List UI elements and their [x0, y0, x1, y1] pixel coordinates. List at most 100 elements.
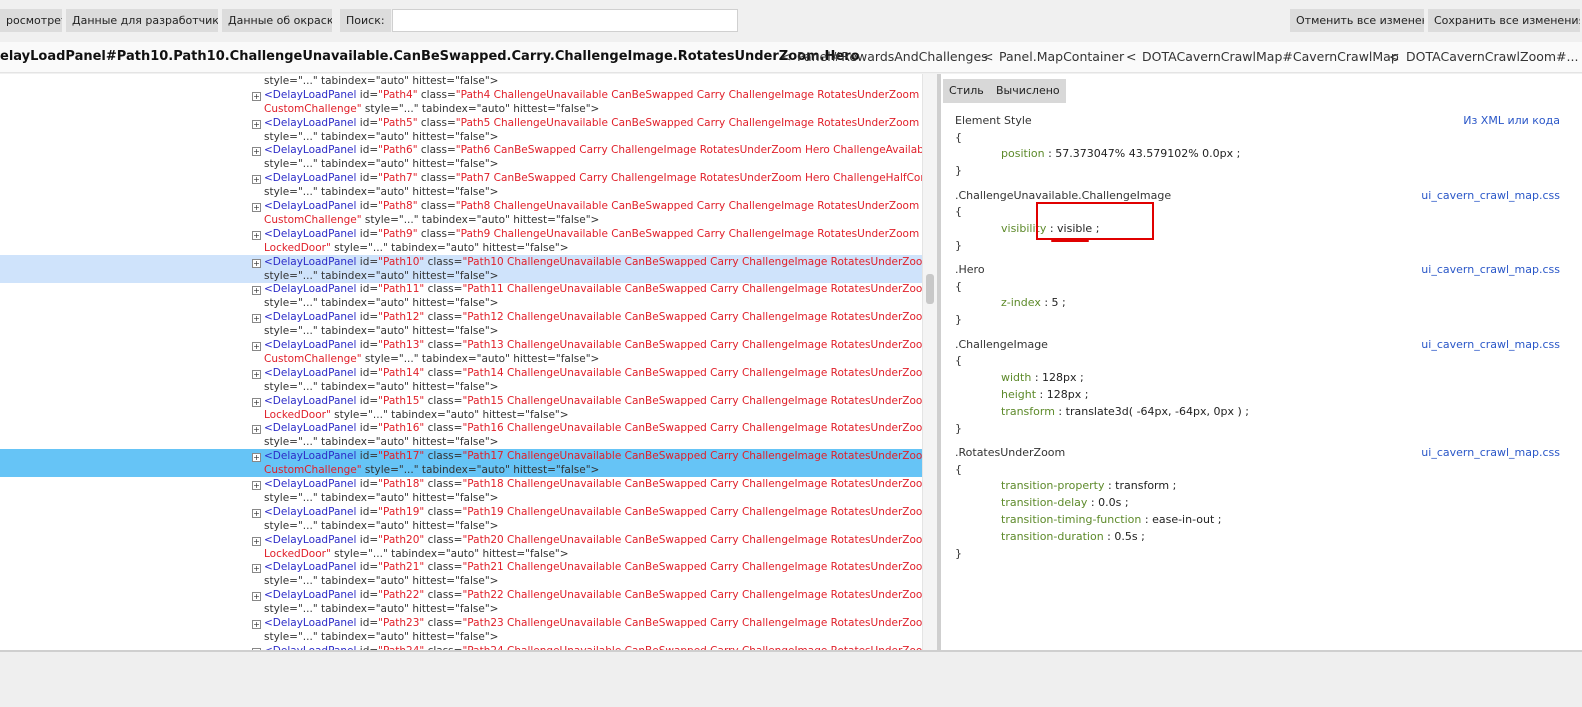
tree-row[interactable]: + <DelayLoadPanel id="Path21" class="Path…	[0, 560, 922, 588]
element-tree: style="..." tabindex="auto" hittest="fal…	[0, 74, 922, 650]
css-property-value[interactable]: 128px	[1042, 371, 1077, 384]
tree-row[interactable]: + <DelayLoadPanel id="Path22" class="Path…	[0, 588, 922, 616]
tree-row[interactable]: + <DelayLoadPanel id="Path13" class="Path…	[0, 338, 922, 366]
expand-icon[interactable]: +	[252, 230, 261, 240]
tree-row[interactable]: + <DelayLoadPanel id="Path5" class="Path5…	[0, 116, 922, 144]
expand-icon[interactable]: +	[252, 564, 261, 574]
revert-all-button[interactable]: Отменить все изменения	[1290, 9, 1424, 32]
attr-class-label: class=	[424, 394, 463, 407]
expand-icon[interactable]: +	[252, 425, 261, 435]
tree-row[interactable]: + <DelayLoadPanel id="Path14" class="Path…	[0, 366, 922, 394]
paint-data-button[interactable]: Данные об окраске	[222, 9, 332, 32]
tab-computed[interactable]: Вычислено	[990, 79, 1066, 103]
attr-id-label: id=	[356, 478, 379, 490]
css-property[interactable]: position : 57.373047% 43.579102% 0.0px ;	[1001, 147, 1240, 160]
breadcrumb-item-cavern-zoom[interactable]: DOTACavernCrawlZoom#...	[1406, 49, 1578, 64]
tree-row[interactable]: + <DelayLoadPanel id="Path19" class="Path…	[0, 505, 922, 533]
expand-icon[interactable]: +	[252, 508, 261, 518]
expand-icon[interactable]: +	[252, 91, 261, 101]
expand-icon[interactable]: +	[252, 620, 261, 629]
tab-style[interactable]: Стиль	[943, 79, 990, 103]
rule-source-link[interactable]: ui_cavern_crawl_map.css	[1421, 446, 1560, 459]
expand-icon[interactable]: +	[252, 258, 261, 268]
expand-icon[interactable]: +	[252, 453, 261, 463]
expand-icon[interactable]: +	[252, 369, 261, 379]
open-brace: {	[955, 205, 962, 218]
attr-class-value: "Path7 CanBeSwapped Carry ChallengeImage…	[455, 172, 922, 185]
search-input[interactable]	[392, 9, 738, 32]
css-property[interactable]: transition-timing-function : ease-in-out…	[1001, 513, 1221, 526]
tree-scrollbar[interactable]	[922, 74, 937, 650]
css-property-value[interactable]: transform	[1115, 479, 1169, 492]
css-property-value[interactable]: 5	[1052, 296, 1059, 309]
expand-icon[interactable]: +	[252, 481, 261, 490]
css-property-value[interactable]: 0.5s	[1114, 530, 1137, 543]
css-property-value[interactable]: 57.373047% 43.579102% 0.0px	[1055, 147, 1233, 160]
breadcrumb-item-map-container[interactable]: Panel.MapContainer	[999, 49, 1124, 64]
attr-rest: style="..." tabindex="auto" hittest="fal…	[361, 214, 600, 226]
tag-name: <DelayLoadPanel	[264, 617, 357, 629]
tree-row[interactable]: + <DelayLoadPanel id="Path9" class="Path9…	[0, 227, 922, 255]
css-property-value[interactable]: translate3d( -64px, -64px, 0px )	[1066, 405, 1242, 418]
tree-row[interactable]: + <DelayLoadPanel id="Path17" class="Path…	[0, 449, 922, 478]
expand-icon[interactable]: +	[252, 175, 261, 185]
rule-source-link[interactable]: Из XML или кода	[1463, 114, 1560, 127]
tree-row[interactable]: + <DelayLoadPanel id="Path18" class="Path…	[0, 477, 922, 505]
rule-source-link[interactable]: ui_cavern_crawl_map.css	[1421, 189, 1560, 202]
expand-icon[interactable]: +	[252, 119, 261, 129]
css-property[interactable]: transition-property : transform ;	[1001, 479, 1176, 492]
tree-row[interactable]: + <DelayLoadPanel id="Path15" class="Path…	[0, 394, 922, 422]
dev-data-button[interactable]: Данные для разработчиков	[66, 9, 218, 32]
rule-source-link[interactable]: ui_cavern_crawl_map.css	[1421, 263, 1560, 276]
tree-row[interactable]: + <DelayLoadPanel id="Path8" class="Path8…	[0, 199, 922, 227]
css-property[interactable]: height : 128px ;	[1001, 388, 1088, 401]
tree-row[interactable]: + <DelayLoadPanel id="Path10" class="Path…	[0, 254, 922, 283]
expand-icon[interactable]: +	[252, 147, 261, 157]
tree-row[interactable]: style="..." tabindex="auto" hittest="fal…	[0, 74, 922, 88]
breadcrumb-separator: <	[1389, 49, 1400, 64]
css-property-value[interactable]: 128px	[1047, 388, 1082, 401]
expand-icon[interactable]: +	[252, 592, 261, 602]
expand-icon[interactable]: +	[252, 536, 261, 546]
tree-row[interactable]: + <DelayLoadPanel id="Path11" class="Path…	[0, 282, 922, 310]
css-property-name: transition-property	[1001, 479, 1105, 492]
css-property[interactable]: transition-duration : 0.5s ;	[1001, 530, 1145, 543]
tree-row[interactable]: + <DelayLoadPanel id="Path12" class="Path…	[0, 310, 922, 338]
tree-row[interactable]: + <DelayLoadPanel id="Path6" class="Path6…	[0, 143, 922, 171]
attr-id-value: "Path18"	[378, 478, 425, 490]
attr-class-label: class=	[424, 283, 463, 296]
expand-icon[interactable]: +	[252, 314, 261, 324]
css-property[interactable]: transition-delay : 0.0s ;	[1001, 496, 1129, 509]
view-button[interactable]: росмотреть	[0, 9, 62, 32]
expand-icon[interactable]: +	[252, 286, 261, 296]
tag-name: <DelayLoadPanel	[264, 88, 357, 101]
breadcrumb-item-rewards[interactable]: Panel#RewardsAndChallenges	[797, 49, 988, 64]
attr-rest: style="..." tabindex="auto" hittest="fal…	[264, 575, 499, 588]
attr-rest: style="..." tabindex="auto" hittest="fal…	[264, 436, 499, 449]
breadcrumb-item-cavern-map[interactable]: DOTACavernCrawlMap#CavernCrawlMap	[1142, 49, 1399, 64]
tree-row[interactable]: + <DelayLoadPanel id="Path16" class="Path…	[0, 421, 922, 449]
tree-row-line: <DelayLoadPanel id="Path21" class="Path2…	[264, 560, 922, 574]
scroll-thumb[interactable]	[926, 274, 934, 304]
expand-icon[interactable]: +	[252, 203, 261, 212]
tree-row[interactable]: + <DelayLoadPanel id="Path4" class="Path4…	[0, 88, 922, 116]
search-label: Поиск:	[340, 9, 391, 32]
rule-source-link[interactable]: ui_cavern_crawl_map.css	[1421, 338, 1560, 351]
tag-name: <DelayLoadPanel	[264, 366, 357, 379]
tree-row-line: <DelayLoadPanel id="Path22" class="Path2…	[264, 588, 922, 602]
attr-rest: style="..." tabindex="auto" hittest="fal…	[264, 519, 499, 532]
css-property[interactable]: transform : translate3d( -64px, -64px, 0…	[1001, 405, 1249, 418]
tree-row[interactable]: + <DelayLoadPanel id="Path20" class="Path…	[0, 533, 922, 561]
expand-icon[interactable]: +	[252, 342, 261, 351]
css-property[interactable]: width : 128px ;	[1001, 371, 1084, 384]
tree-row[interactable]: + <DelayLoadPanel id="Path7" class="Path7…	[0, 171, 922, 199]
tree-row[interactable]: + <DelayLoadPanel id="Path23" class="Path…	[0, 616, 922, 644]
expand-icon[interactable]: +	[252, 397, 261, 407]
breadcrumb-current[interactable]: elayLoadPanel#Path10.Path10.ChallengeUna…	[0, 49, 860, 64]
tree-row-line: style="..." tabindex="auto" hittest="fal…	[264, 602, 498, 616]
attr-id-label: id=	[356, 617, 379, 629]
save-all-button[interactable]: Сохранить все изменения	[1428, 9, 1580, 32]
css-property[interactable]: z-index : 5 ;	[1001, 296, 1066, 309]
css-property-value[interactable]: 0.0s	[1098, 496, 1121, 509]
css-property-value[interactable]: ease-in-out	[1152, 513, 1214, 526]
